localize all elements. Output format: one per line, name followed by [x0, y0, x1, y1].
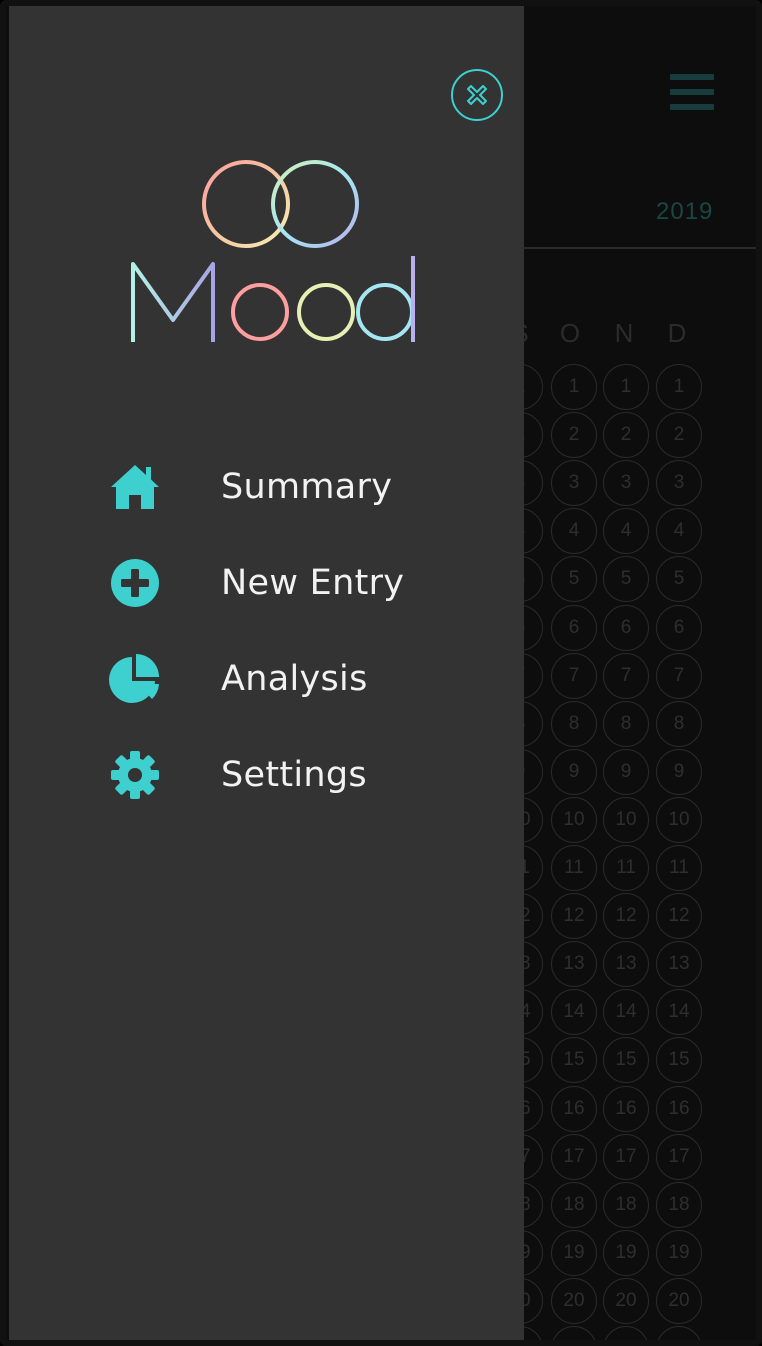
month-header-o: O [559, 318, 581, 348]
day-cell[interactable]: 2 [603, 412, 649, 459]
day-cell[interactable]: 1 [656, 364, 702, 410]
day-cell[interactable]: 3 [551, 460, 597, 507]
day-cell[interactable]: 8 [603, 700, 649, 747]
menu-label-analysis: Analysis [221, 659, 368, 699]
day-cell[interactable]: 11 [603, 845, 649, 891]
day-cell[interactable]: 10 [551, 796, 597, 843]
close-drawer-button[interactable] [451, 69, 503, 121]
day-cell[interactable]: 5 [656, 556, 702, 603]
day-cell[interactable]: 4 [551, 508, 597, 555]
day-cell[interactable]: 9 [656, 748, 702, 795]
menu-item-new-entry[interactable]: New Entry [107, 548, 437, 618]
day-cell[interactable]: 16 [603, 1085, 649, 1132]
day-cell[interactable]: 10 [656, 796, 702, 843]
header-divider [506, 247, 756, 249]
pie-chart-icon [107, 651, 163, 707]
day-cell[interactable]: 6 [656, 604, 702, 651]
day-cell[interactable]: 17 [656, 1133, 702, 1180]
day-cell[interactable]: 15 [551, 1037, 597, 1084]
mood-logo [117, 152, 417, 352]
day-cell[interactable]: 13 [656, 941, 702, 988]
day-cell[interactable]: 13 [603, 941, 649, 988]
day-cell[interactable]: 11 [656, 845, 702, 891]
day-cell[interactable]: 1 [551, 364, 597, 410]
menu-item-summary[interactable]: Summary [107, 452, 437, 522]
day-cell[interactable]: 1 [603, 364, 649, 410]
day-cell[interactable]: 9 [603, 748, 649, 795]
plus-circle-icon [107, 555, 163, 611]
day-cell[interactable]: 19 [603, 1229, 649, 1276]
menu-hamburger-icon[interactable] [670, 74, 714, 114]
day-cell[interactable]: 10 [603, 796, 649, 843]
day-cell[interactable]: 3 [603, 460, 649, 507]
day-cell[interactable]: 15 [603, 1037, 649, 1084]
day-cell[interactable]: 11 [551, 845, 597, 891]
month-header-d: D [667, 318, 687, 348]
day-cell[interactable]: 20 [656, 1277, 702, 1324]
day-cell[interactable]: 21 [603, 1326, 649, 1340]
month-header-n: N [614, 318, 634, 348]
day-cell[interactable]: 6 [603, 604, 649, 651]
menu-item-settings[interactable]: Settings [107, 740, 437, 810]
day-cell[interactable]: 12 [656, 893, 702, 940]
menu-label-new-entry: New Entry [221, 563, 405, 603]
day-cell[interactable]: 3 [656, 460, 702, 507]
day-cell[interactable]: 14 [551, 989, 597, 1036]
day-cell[interactable]: 21 [656, 1326, 702, 1340]
day-cell[interactable]: 18 [656, 1181, 702, 1228]
day-cell[interactable]: 20 [603, 1277, 649, 1324]
day-cell[interactable]: 8 [656, 700, 702, 747]
day-cell[interactable]: 13 [551, 941, 597, 988]
day-cell[interactable]: 17 [603, 1133, 649, 1180]
menu-label-summary: Summary [221, 467, 393, 507]
day-cell[interactable]: 5 [603, 556, 649, 603]
day-cell[interactable]: 7 [656, 652, 702, 699]
menu-item-analysis[interactable]: Analysis [107, 644, 437, 714]
app-frame: 2019 S O N D 111122223333444455556666777… [0, 0, 762, 1346]
day-cell[interactable]: 17 [551, 1133, 597, 1180]
day-cell[interactable]: 2 [656, 412, 702, 459]
day-cell[interactable]: 16 [656, 1085, 702, 1132]
day-cell[interactable]: 12 [551, 893, 597, 940]
day-cell[interactable]: 5 [551, 556, 597, 603]
day-cell[interactable]: 21 [551, 1326, 597, 1340]
day-cell[interactable]: 12 [603, 893, 649, 940]
gear-icon [107, 747, 163, 803]
day-cell[interactable]: 9 [551, 748, 597, 795]
day-cell[interactable]: 7 [551, 652, 597, 699]
day-cell[interactable]: 18 [603, 1181, 649, 1228]
day-cell[interactable]: 14 [656, 989, 702, 1036]
day-cell[interactable]: 20 [551, 1277, 597, 1324]
day-cell[interactable]: 19 [551, 1229, 597, 1276]
home-icon [107, 459, 163, 515]
day-cell[interactable]: 19 [656, 1229, 702, 1276]
menu-label-settings: Settings [221, 755, 367, 795]
day-cell[interactable]: 6 [551, 604, 597, 651]
day-cell[interactable]: 7 [603, 652, 649, 699]
day-cell[interactable]: 15 [656, 1037, 702, 1084]
day-cell[interactable]: 8 [551, 700, 597, 747]
day-cell[interactable]: 2 [551, 412, 597, 459]
day-cell[interactable]: 4 [603, 508, 649, 555]
day-cell[interactable]: 4 [656, 508, 702, 555]
close-circle-icon [467, 85, 487, 105]
day-cell[interactable]: 14 [603, 989, 649, 1036]
day-cell[interactable]: 16 [551, 1085, 597, 1132]
year-label[interactable]: 2019 [656, 198, 713, 226]
navigation-drawer: Summary New Entry Analysis Settings [9, 6, 524, 1340]
day-cell[interactable]: 18 [551, 1181, 597, 1228]
